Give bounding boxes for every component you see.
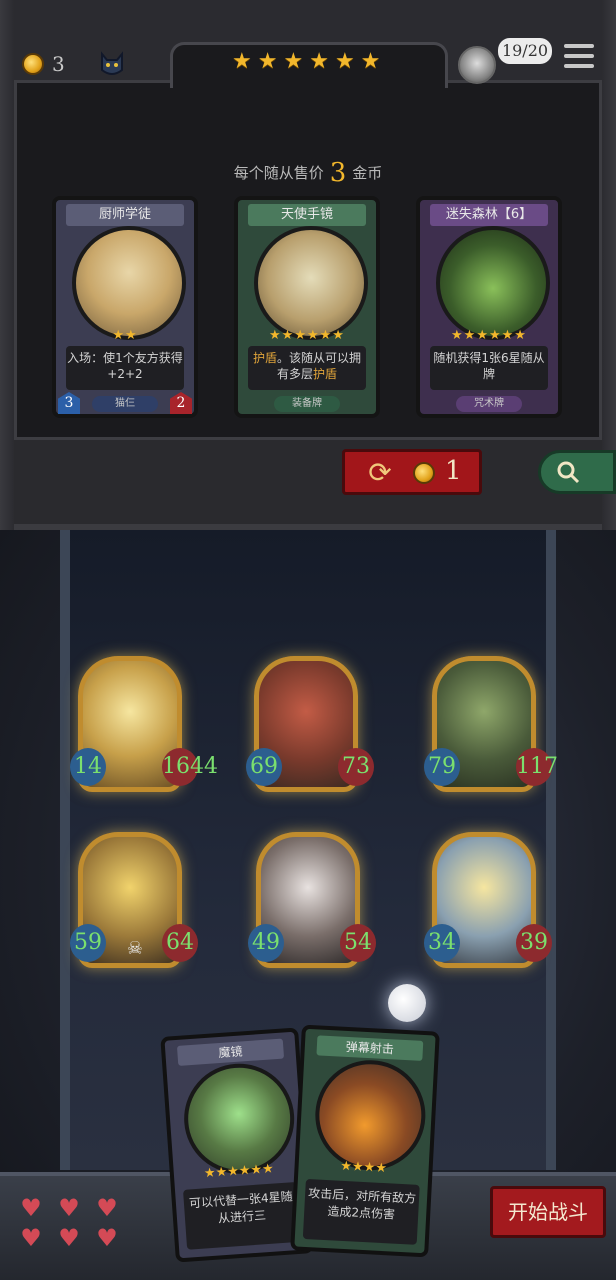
card-attack: 3 — [58, 392, 80, 414]
sell-suffix: 金币 — [352, 164, 383, 182]
board-minion[interactable]: 69 73 — [246, 656, 374, 796]
skull-icon: ☠ — [126, 938, 144, 959]
card-description: 护盾。该随从可以拥有多层护盾 — [248, 346, 366, 390]
card-title: 迷失森林【6】 — [430, 204, 548, 226]
sell-prefix: 每个随从售价 — [233, 164, 324, 182]
card-title: 弹幕射击 — [316, 1035, 424, 1061]
card-stars: ★★★★★★ — [269, 328, 345, 343]
heart-icon: ♥ — [96, 1224, 118, 1252]
minion-attack: 59 — [70, 924, 106, 962]
card-health: 2 — [170, 392, 192, 414]
tier-star-icon: ★ — [283, 49, 304, 74]
minion-health: 54 — [340, 924, 376, 962]
card-description: 入场：使1个友方获得+2+2 — [66, 346, 184, 390]
lives: ♥ ♥ ♥ ♥ ♥ ♥ — [18, 1196, 128, 1250]
keyword-shield: 护盾 — [252, 351, 277, 365]
tier-star-icon: ★ — [309, 49, 329, 74]
card-stars: ★★ — [112, 328, 138, 343]
cat-icon[interactable] — [98, 50, 126, 78]
board-minion[interactable]: 49 54 — [248, 832, 376, 972]
start-battle-button[interactable]: 开始战斗 — [490, 1186, 606, 1238]
heart-icon: ♥ — [96, 1194, 118, 1222]
card-title: 魔镜 — [176, 1038, 285, 1066]
minion-health: 73 — [338, 748, 374, 786]
tier-stars: ★ ★ ★ ★ ★ ★ — [232, 50, 380, 74]
search-icon — [557, 461, 580, 484]
shop-card-apprentice-chef[interactable]: 厨师学徒 ★★ 入场：使1个友方获得+2+2 猫仨 3 2 — [52, 196, 198, 418]
hero-avatar[interactable] — [458, 46, 496, 84]
card-description: 攻击后，对所有敌方造成2点伤害 — [302, 1178, 420, 1245]
minion-health: 64 — [162, 924, 198, 962]
keyword-shield: 护盾 — [313, 367, 338, 381]
gold-coin-icon — [22, 53, 44, 75]
minion-attack: 79 — [424, 748, 460, 786]
tier-star-icon: ★ — [232, 49, 252, 74]
minion-health: 1644 — [162, 748, 218, 786]
card-tag: 猫仨 — [92, 396, 158, 412]
sell-info: 每个随从售价 3 金币 — [0, 158, 616, 188]
board-minion[interactable]: 79 117 — [424, 656, 558, 796]
refresh-icon: ⟳ — [368, 456, 392, 489]
menu-icon[interactable] — [564, 44, 594, 72]
hero-count-badge: 19/20 — [498, 38, 552, 64]
sell-price: 3 — [329, 158, 347, 188]
heart-icon: ♥ — [20, 1224, 42, 1252]
heart-icon: ♥ — [58, 1194, 80, 1222]
minion-attack: 69 — [246, 748, 282, 786]
board-minion[interactable]: 34 39 — [424, 832, 552, 972]
minion-attack: 49 — [248, 924, 284, 962]
minion-attack: 14 — [70, 748, 106, 786]
card-title: 厨师学徒 — [66, 204, 184, 226]
card-tag: 咒术牌 — [456, 396, 522, 412]
card-art — [180, 1060, 298, 1178]
card-description: 随机获得1张6星随从牌 — [430, 346, 548, 390]
card-description: 可以代替一张4星随从进行三 — [182, 1181, 301, 1250]
hand-card-barrage[interactable]: 弹幕射击 ★★★★ 攻击后，对所有敌方造成2点伤害 — [290, 1024, 440, 1258]
heart-icon: ♥ — [20, 1194, 42, 1222]
card-stars: ★★★★ — [339, 1158, 388, 1177]
shop-card-angel-mirror[interactable]: 天使手镜 ★★★★★★ 护盾。该随从可以拥有多层护盾 装备牌 — [234, 196, 380, 418]
card-tag: 装备牌 — [274, 396, 340, 412]
card-art — [72, 226, 186, 340]
gold-count: 3 — [52, 52, 65, 76]
minion-health: 39 — [516, 924, 552, 962]
card-stars: ★★★★★★ — [203, 1161, 275, 1182]
search-button[interactable] — [538, 450, 616, 494]
card-title: 天使手镜 — [248, 204, 366, 226]
board-minion[interactable]: 14 1644 — [70, 656, 218, 796]
card-stars: ★★★★★★ — [451, 328, 527, 343]
shop-card-lost-forest[interactable]: 迷失森林【6】 ★★★★★★ 随机获得1张6星随从牌 咒术牌 — [416, 196, 562, 418]
tier-star-icon: ★ — [360, 49, 381, 74]
tier-star-icon: ★ — [257, 49, 278, 74]
refresh-cost: 1 — [445, 456, 462, 486]
heart-icon: ♥ — [58, 1224, 80, 1252]
card-art — [436, 226, 550, 340]
moon — [388, 984, 426, 1022]
card-art — [254, 226, 368, 340]
card-art — [312, 1057, 429, 1174]
refresh-shop-button[interactable]: ⟳ 1 — [342, 449, 482, 495]
minion-attack: 34 — [424, 924, 460, 962]
minion-health: 117 — [516, 748, 558, 786]
shop-frame-left — [0, 0, 14, 530]
coin-icon — [413, 462, 435, 484]
tier-star-icon: ★ — [334, 49, 355, 74]
